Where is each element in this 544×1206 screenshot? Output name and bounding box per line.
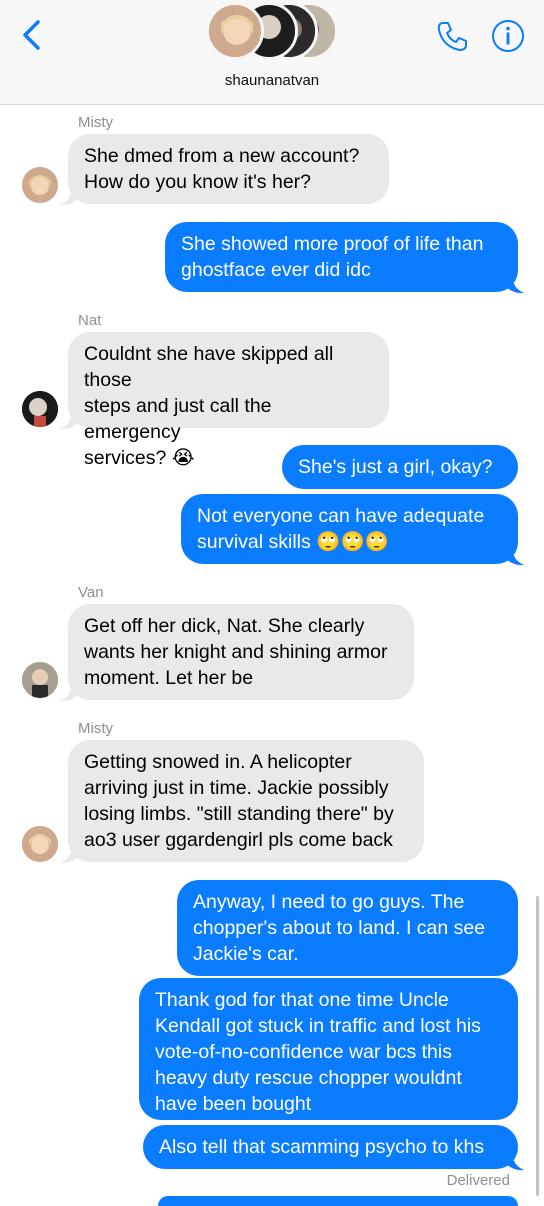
sender-label: Misty: [78, 114, 113, 131]
sender-label: Van: [78, 584, 104, 601]
message-bubble-incoming[interactable]: Get off her dick, Nat. She clearly wants…: [68, 604, 414, 700]
sender-label: Nat: [78, 312, 102, 329]
chevron-left-icon[interactable]: [18, 18, 48, 52]
avatar-group-member-1: [206, 2, 264, 60]
next-message-bubble-peek: [158, 1196, 518, 1206]
delivered-status: Delivered: [446, 1172, 510, 1189]
conversation-header: shaunanatvan: [0, 0, 544, 105]
message-bubble-incoming[interactable]: She dmed from a new account? How do you …: [68, 134, 389, 204]
message-bubble-outgoing[interactable]: She's just a girl, okay?: [282, 445, 518, 489]
conversation-title[interactable]: shaunanatvan: [0, 72, 544, 89]
avatar-van: [22, 662, 58, 698]
bubble-tail: [60, 844, 78, 864]
info-icon[interactable]: [490, 18, 526, 54]
message-bubble-outgoing[interactable]: She showed more proof of life than ghost…: [165, 222, 518, 292]
avatar-misty: [22, 826, 58, 862]
phone-icon[interactable]: [434, 18, 470, 54]
sender-label: Misty: [78, 720, 113, 737]
avatar-nat: [22, 391, 58, 427]
bubble-tail: [506, 1151, 524, 1171]
avatar-misty: [22, 167, 58, 203]
message-bubble-outgoing[interactable]: Also tell that scamming psycho to khs: [143, 1125, 518, 1169]
bubble-tail: [60, 186, 78, 206]
message-bubble-incoming[interactable]: Getting snowed in. A helicopter arriving…: [68, 740, 424, 862]
scrollbar[interactable]: [536, 896, 539, 1196]
bubble-tail: [506, 274, 524, 294]
message-bubble-outgoing[interactable]: Anyway, I need to go guys. The chopper's…: [177, 880, 518, 976]
bubble-tail: [506, 546, 524, 566]
message-bubble-outgoing[interactable]: Thank god for that one time Uncle Kendal…: [139, 978, 518, 1120]
group-avatar-stack[interactable]: [206, 0, 342, 64]
bubble-tail: [60, 682, 78, 702]
bubble-tail: [60, 410, 78, 430]
message-bubble-incoming[interactable]: Couldnt she have skipped all those steps…: [68, 332, 389, 469]
message-bubble-outgoing[interactable]: Not everyone can have adequate survival …: [181, 494, 518, 564]
